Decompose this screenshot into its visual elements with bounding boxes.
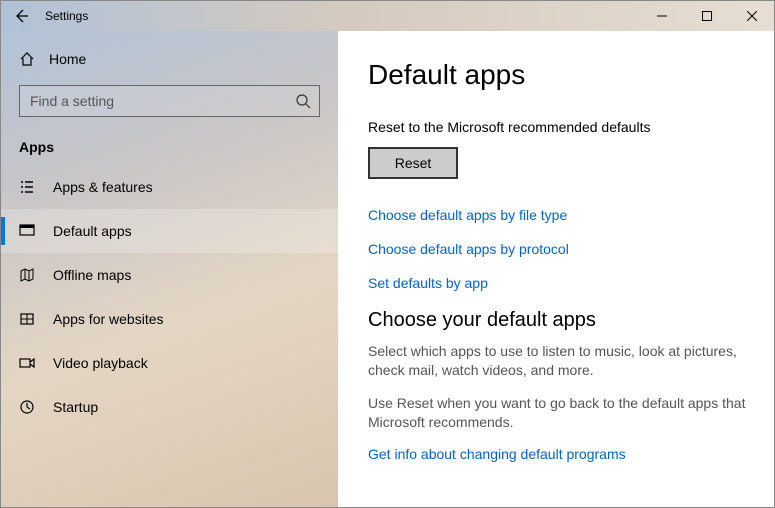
video-icon <box>19 355 35 371</box>
home-icon <box>19 51 35 67</box>
search-box[interactable] <box>19 85 320 117</box>
maximize-icon <box>702 11 712 21</box>
section-desc-2: Use Reset when you want to go back to th… <box>368 394 752 432</box>
default-apps-icon <box>19 223 35 239</box>
link-get-info[interactable]: Get info about changing default programs <box>368 446 752 462</box>
link-by-protocol[interactable]: Choose default apps by protocol <box>368 241 752 257</box>
home-nav[interactable]: Home <box>1 41 338 77</box>
close-button[interactable] <box>729 1 774 31</box>
home-label: Home <box>49 51 86 67</box>
startup-icon <box>19 399 35 415</box>
nav-video-playback[interactable]: Video playback <box>1 341 338 385</box>
nav-apps-features[interactable]: Apps & features <box>1 165 338 209</box>
nav-default-apps[interactable]: Default apps <box>1 209 338 253</box>
nav-label: Offline maps <box>53 267 131 283</box>
list-icon <box>19 179 35 195</box>
search-icon <box>295 93 311 109</box>
nav-startup[interactable]: Startup <box>1 385 338 429</box>
minimize-icon <box>657 11 667 21</box>
category-label: Apps <box>1 131 338 165</box>
sidebar: Home Apps Apps & features Default apps O… <box>1 31 338 507</box>
nav-apps-websites[interactable]: Apps for websites <box>1 297 338 341</box>
nav-label: Default apps <box>53 223 132 239</box>
nav-label: Apps for websites <box>53 311 164 327</box>
main-content: Default apps Reset to the Microsoft reco… <box>338 31 774 507</box>
nav-label: Video playback <box>53 355 148 371</box>
nav-label: Startup <box>53 399 98 415</box>
link-by-app[interactable]: Set defaults by app <box>368 275 752 291</box>
back-button[interactable] <box>1 1 41 31</box>
body: Home Apps Apps & features Default apps O… <box>1 31 774 507</box>
search-icon-wrap <box>287 93 319 109</box>
reset-button[interactable]: Reset <box>368 147 458 179</box>
nav-label: Apps & features <box>53 179 153 195</box>
reset-description: Reset to the Microsoft recommended defau… <box>368 119 752 135</box>
link-by-file-type[interactable]: Choose default apps by file type <box>368 207 752 223</box>
back-arrow-icon <box>13 8 29 24</box>
close-icon <box>747 11 757 21</box>
search-input[interactable] <box>20 93 287 109</box>
apps-websites-icon <box>19 311 35 327</box>
titlebar: Settings <box>1 1 774 31</box>
window-title: Settings <box>41 9 88 23</box>
settings-window: Settings Home Apps <box>0 0 775 508</box>
page-title: Default apps <box>368 59 752 91</box>
window-controls <box>639 1 774 31</box>
minimize-button[interactable] <box>639 1 684 31</box>
map-icon <box>19 267 35 283</box>
section-heading: Choose your default apps <box>368 309 752 332</box>
maximize-button[interactable] <box>684 1 729 31</box>
nav-offline-maps[interactable]: Offline maps <box>1 253 338 297</box>
section-desc-1: Select which apps to use to listen to mu… <box>368 342 752 380</box>
